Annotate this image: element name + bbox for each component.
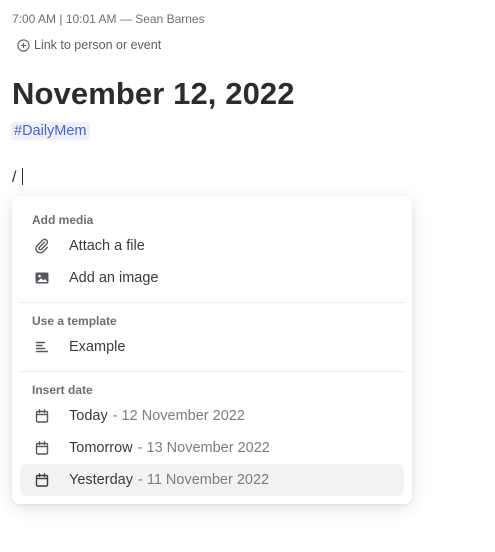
plus-circle-icon: [17, 38, 30, 52]
section-label-add-media: Add media: [32, 213, 94, 227]
menu-item-label: Add an image: [69, 270, 159, 286]
menu-item-date: - 12 November 2022: [112, 408, 245, 424]
link-person-label: Link to person or event: [34, 38, 162, 52]
slash-command-text: /: [12, 169, 17, 186]
text-caret: [21, 168, 23, 185]
menu-item-label: Yesterday: [69, 472, 133, 488]
time-range: 7:00 AM | 10:01 AM: [12, 12, 117, 26]
section-label-insert-date: Insert date: [32, 383, 93, 397]
link-person-or-event-button[interactable]: Link to person or event: [17, 38, 161, 52]
menu-item-add-image[interactable]: Add an image: [20, 262, 404, 294]
command-input-line[interactable]: /: [12, 168, 23, 187]
menu-item-insert-today[interactable]: Today - 12 November 2022: [20, 400, 404, 432]
paperclip-icon: [34, 238, 50, 254]
calendar-icon: [34, 472, 50, 488]
section-divider: [20, 302, 404, 303]
calendar-icon: [34, 408, 50, 424]
menu-item-date: - 11 November 2022: [137, 472, 270, 488]
author-name: Sean Barnes: [135, 12, 205, 26]
section-divider: [20, 371, 404, 372]
menu-item-attach-file[interactable]: Attach a file: [20, 230, 404, 262]
menu-item-template-example[interactable]: Example: [20, 331, 404, 363]
note-title[interactable]: November 12, 2022: [12, 76, 295, 112]
menu-item-label: Today: [69, 408, 108, 424]
note-meta: 7:00 AM | 10:01 AM — Sean Barnes: [12, 12, 205, 26]
menu-item-label: Example: [69, 339, 126, 355]
menu-item-label: Attach a file: [69, 238, 145, 254]
meta-separator: —: [119, 12, 132, 26]
section-label-use-template: Use a template: [32, 314, 117, 328]
tag-daily-mem[interactable]: #DailyMem: [11, 122, 90, 140]
menu-item-insert-yesterday[interactable]: Yesterday - 11 November 2022: [20, 464, 404, 496]
menu-item-insert-tomorrow[interactable]: Tomorrow - 13 November 2022: [20, 432, 404, 464]
template-lines-icon: [34, 339, 50, 355]
menu-item-label: Tomorrow: [69, 440, 133, 456]
calendar-icon: [34, 440, 50, 456]
menu-item-date: - 13 November 2022: [137, 440, 270, 456]
image-icon: [34, 270, 50, 286]
slash-command-menu: Add media Attach a file Add an image Use…: [12, 196, 412, 504]
